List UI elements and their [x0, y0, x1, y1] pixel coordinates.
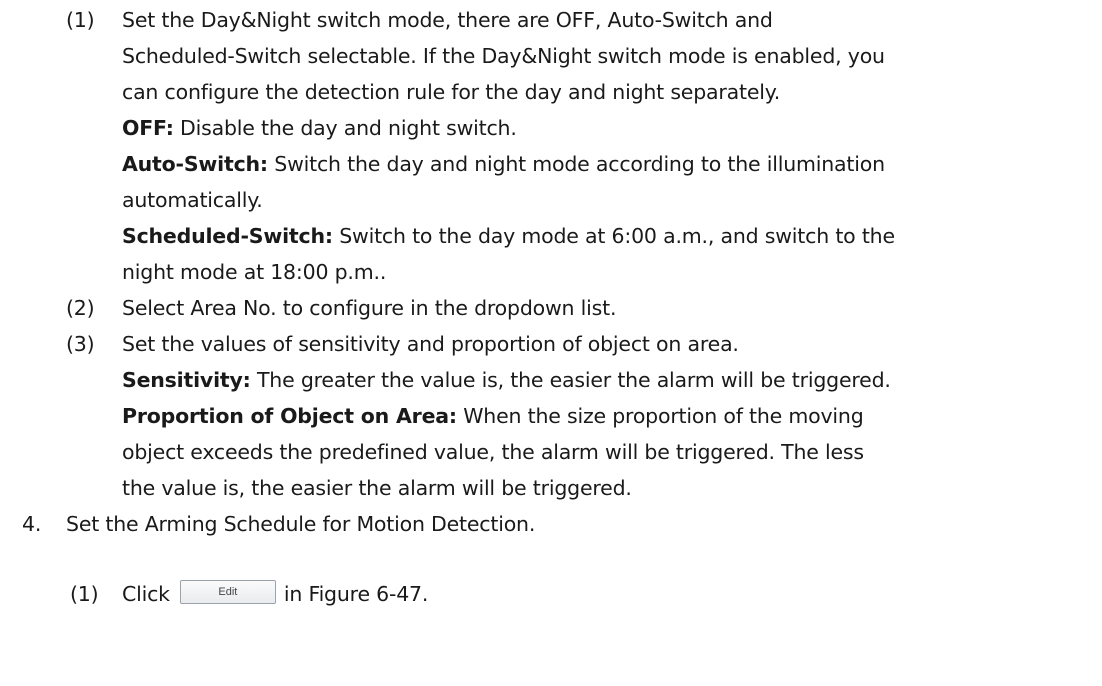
- proportion-continuation-1: object exceeds the predefined value, the…: [122, 440, 864, 464]
- scheduled-switch-term: Scheduled-Switch:: [122, 224, 333, 248]
- sensitivity-text: The greater the value is, the easier the…: [250, 368, 891, 392]
- auto-switch-term: Auto-Switch:: [122, 152, 268, 176]
- substep-3-text: Set the values of sensitivity and propor…: [122, 332, 739, 356]
- step-4-number: 4.: [22, 512, 42, 536]
- substep-1-number: (1): [66, 8, 95, 32]
- substep-3-number: (3): [66, 332, 95, 356]
- proportion-definition: Proportion of Object on Area: When the s…: [122, 404, 864, 428]
- auto-switch-continuation: automatically.: [122, 188, 263, 212]
- scheduled-switch-definition: Scheduled-Switch: Switch to the day mode…: [122, 224, 895, 248]
- proportion-continuation-2: the value is, the easier the alarm will …: [122, 476, 632, 500]
- substep-2-text: Select Area No. to configure in the drop…: [122, 296, 617, 320]
- edit-button[interactable]: Edit: [179, 580, 276, 604]
- scheduled-switch-text: Switch to the day mode at 6:00 a.m., and…: [332, 224, 895, 248]
- off-definition: OFF: Disable the day and night switch.: [122, 116, 517, 140]
- substep-4-1-line: Click Edit in Figure 6-47.: [122, 580, 429, 607]
- substep-4-1-number: (1): [70, 582, 99, 606]
- proportion-text: When the size proportion of the moving: [456, 404, 864, 428]
- sensitivity-term: Sensitivity:: [122, 368, 251, 392]
- sensitivity-definition: Sensitivity: The greater the value is, t…: [122, 368, 891, 392]
- off-term: OFF:: [122, 116, 174, 140]
- step-4-text: Set the Arming Schedule for Motion Detec…: [66, 512, 536, 536]
- auto-switch-definition: Auto-Switch: Switch the day and night mo…: [122, 152, 885, 176]
- substep-1-line-1: Set the Day&Night switch mode, there are…: [122, 8, 773, 32]
- click-text: Click: [122, 582, 170, 606]
- substep-1-line-2: Scheduled-Switch selectable. If the Day&…: [122, 44, 885, 68]
- substep-2-number: (2): [66, 296, 95, 320]
- proportion-term: Proportion of Object on Area:: [122, 404, 457, 428]
- manual-page: (1) Set the Day&Night switch mode, there…: [0, 0, 1102, 686]
- substep-1-line-3: can configure the detection rule for the…: [122, 80, 781, 104]
- figure-reference-text: in Figure 6-47.: [283, 582, 429, 606]
- off-text: Disable the day and night switch.: [173, 116, 517, 140]
- scheduled-switch-continuation: night mode at 18:00 p.m..: [122, 260, 387, 284]
- auto-switch-text: Switch the day and night mode according …: [267, 152, 885, 176]
